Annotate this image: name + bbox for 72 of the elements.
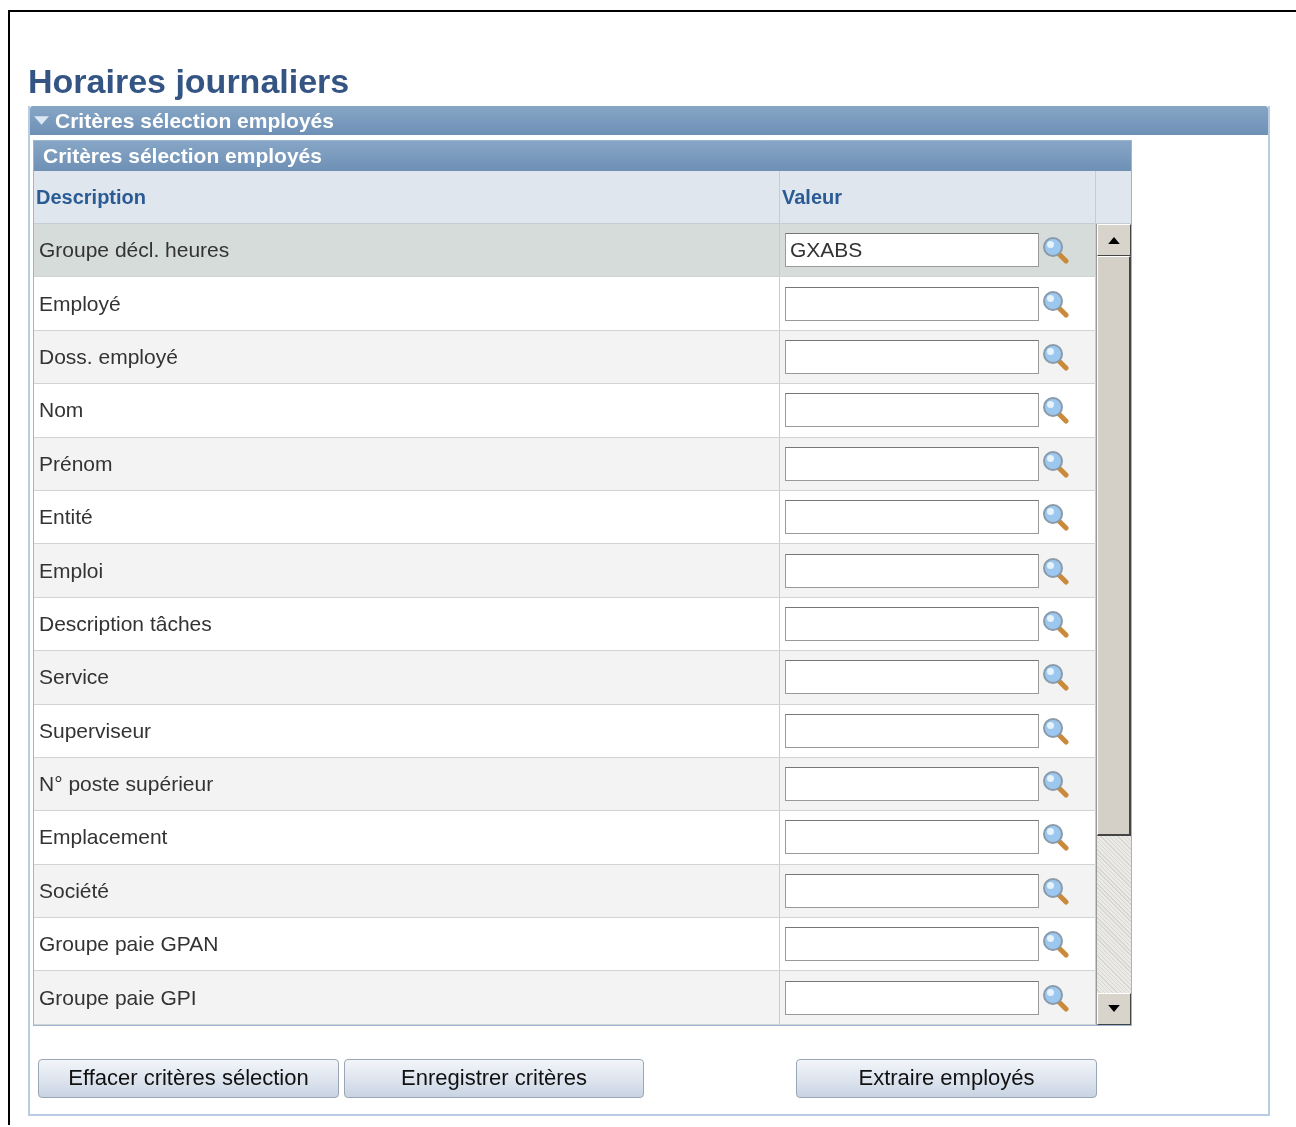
input-field[interactable] bbox=[785, 286, 1039, 321]
table-cell: Société bbox=[34, 864, 780, 918]
search-icon[interactable] bbox=[1042, 770, 1070, 799]
search-icon[interactable] bbox=[1042, 609, 1070, 638]
table-row[interactable]: Nom bbox=[34, 384, 1096, 438]
table-row[interactable]: Groupe paie GPI bbox=[34, 971, 1096, 1025]
table-row[interactable]: Service bbox=[34, 651, 1096, 705]
table-cell: Emplacement bbox=[34, 811, 780, 864]
table-cell: N° poste supérieur bbox=[34, 757, 780, 811]
page-title: Horaires journaliers bbox=[28, 62, 351, 100]
input-field[interactable] bbox=[785, 606, 1039, 641]
search-icon[interactable] bbox=[1042, 449, 1070, 478]
table-row[interactable]: Emplacement bbox=[34, 811, 1096, 865]
search-icon[interactable] bbox=[1042, 823, 1070, 852]
table-cell: Emploi bbox=[34, 544, 780, 597]
input-field[interactable] bbox=[785, 339, 1039, 374]
table-row[interactable]: Groupe décl. heures GXABS bbox=[34, 224, 1096, 278]
collapse-icon[interactable] bbox=[34, 116, 49, 125]
input-field[interactable] bbox=[785, 820, 1039, 855]
clear-criteria-button[interactable]: Effacer critères sélection bbox=[38, 1058, 339, 1098]
search-icon[interactable] bbox=[1042, 930, 1070, 959]
table-row[interactable]: N° poste supérieur bbox=[34, 757, 1096, 812]
table-row[interactable]: Emploi bbox=[34, 544, 1096, 598]
search-icon[interactable] bbox=[1042, 663, 1070, 692]
table-row[interactable]: Entité bbox=[34, 490, 1096, 545]
save-criteria-button[interactable]: Enregistrer critères bbox=[344, 1058, 644, 1098]
search-icon[interactable] bbox=[1042, 396, 1070, 425]
extract-employees-button[interactable]: Extraire employés bbox=[796, 1058, 1097, 1098]
search-icon[interactable] bbox=[1042, 716, 1070, 745]
scroll-thumb[interactable] bbox=[1097, 256, 1131, 836]
section-title: Critères sélection employés bbox=[55, 108, 334, 133]
table-row[interactable]: Superviseur bbox=[34, 704, 1096, 758]
table-cell: Doss. employé bbox=[34, 330, 780, 384]
table-cell: Entité bbox=[34, 490, 780, 544]
table-row[interactable]: Société bbox=[34, 864, 1096, 919]
input-field[interactable] bbox=[785, 713, 1039, 748]
table-cell: Service bbox=[34, 651, 780, 704]
search-icon[interactable] bbox=[1042, 556, 1070, 585]
column-header: Valeur bbox=[780, 171, 1096, 223]
input-field[interactable] bbox=[785, 500, 1039, 535]
table-row[interactable]: Description tâches bbox=[34, 597, 1096, 652]
input-field[interactable]: GXABS bbox=[785, 233, 1039, 268]
search-icon[interactable] bbox=[1042, 236, 1070, 265]
scroll-up-icon[interactable] bbox=[1097, 224, 1131, 256]
table-cell: Groupe paie GPAN bbox=[34, 918, 780, 971]
table-row[interactable]: Groupe paie GPAN bbox=[34, 918, 1096, 972]
table-cell: Description tâches bbox=[34, 597, 780, 651]
table-cell: Nom bbox=[34, 384, 780, 437]
table-row[interactable]: Doss. employé bbox=[34, 330, 1096, 385]
table-row[interactable]: Employé bbox=[34, 277, 1096, 331]
scroll-down-icon[interactable] bbox=[1097, 992, 1131, 1025]
table-cell: Superviseur bbox=[34, 704, 780, 757]
table-cell: Groupe paie GPI bbox=[34, 971, 780, 1024]
search-icon[interactable] bbox=[1042, 503, 1070, 532]
input-field[interactable] bbox=[785, 767, 1039, 802]
input-field[interactable] bbox=[785, 873, 1039, 908]
table-cell: Employé bbox=[34, 277, 780, 330]
input-field[interactable] bbox=[785, 393, 1039, 428]
search-icon[interactable] bbox=[1042, 342, 1070, 371]
input-field[interactable] bbox=[785, 927, 1039, 962]
table-cell: Prénom bbox=[34, 437, 780, 490]
table-cell: Groupe décl. heures bbox=[34, 224, 780, 277]
input-field[interactable] bbox=[785, 980, 1039, 1015]
grid-title: Critères sélection employés bbox=[34, 141, 1131, 171]
table-row[interactable]: Prénom bbox=[34, 437, 1096, 491]
search-icon[interactable] bbox=[1042, 983, 1070, 1012]
input-field[interactable] bbox=[785, 660, 1039, 695]
column-header: Description bbox=[34, 171, 780, 223]
input-field[interactable] bbox=[785, 553, 1039, 588]
search-icon[interactable] bbox=[1042, 289, 1070, 318]
search-icon[interactable] bbox=[1042, 876, 1070, 905]
input-field[interactable] bbox=[785, 446, 1039, 481]
